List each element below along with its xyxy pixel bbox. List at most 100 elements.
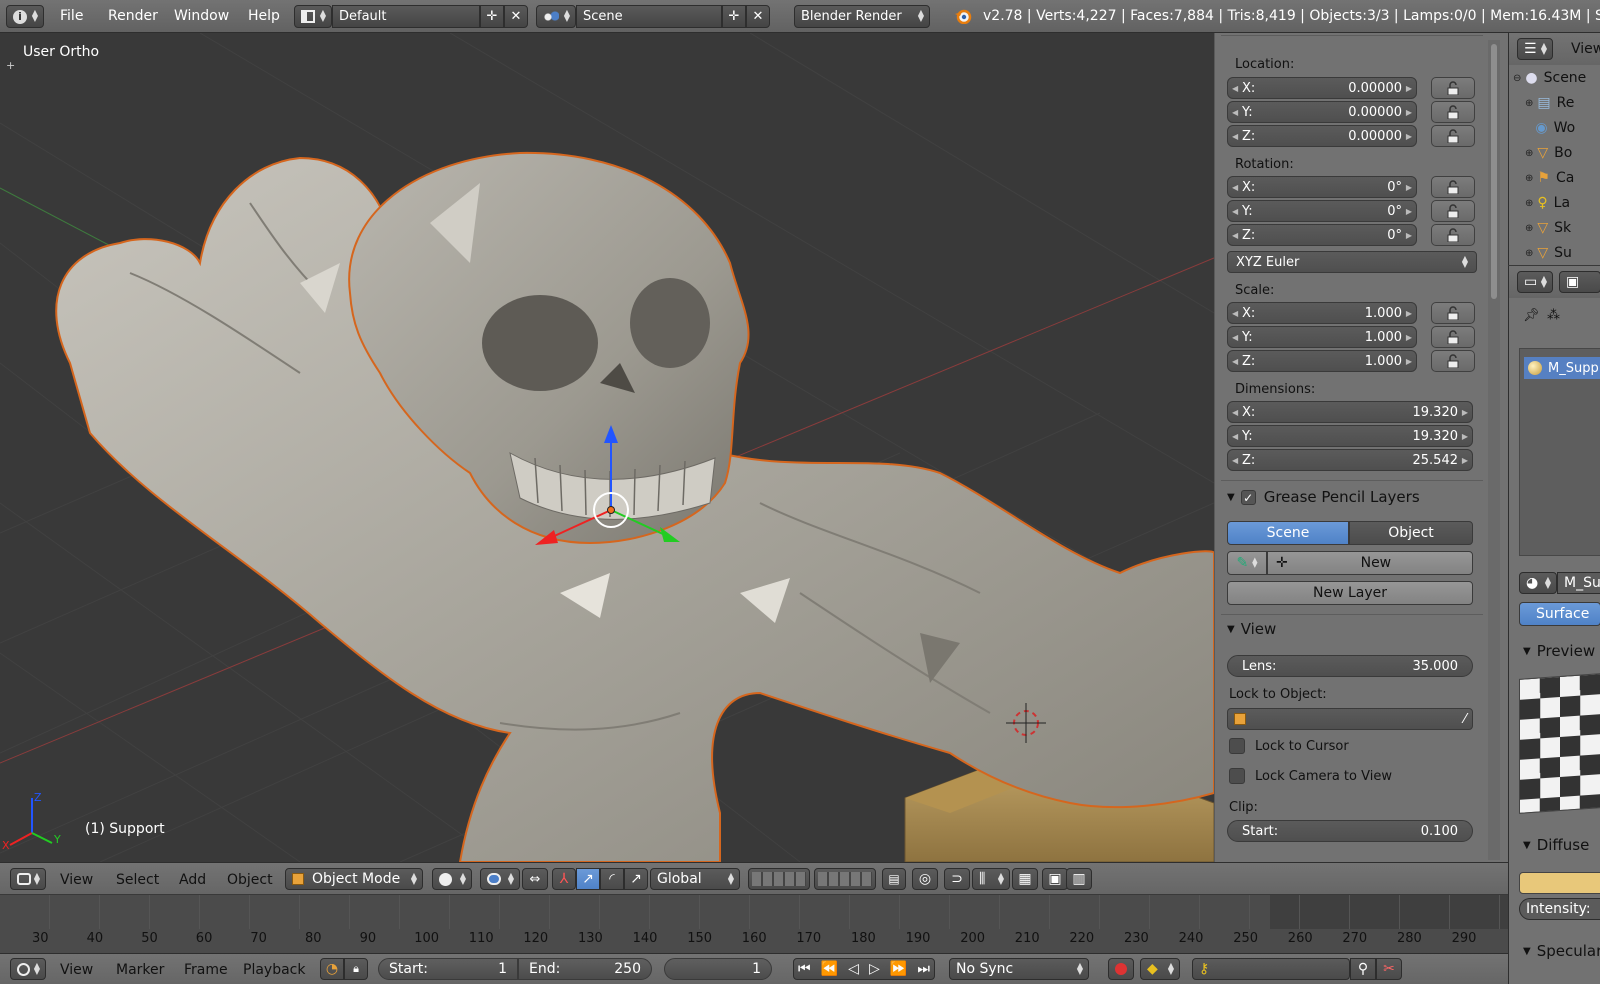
translate-manipulator-button[interactable]: ↗ [576,868,600,890]
outliner-item[interactable]: ⊕ ▽ Bo [1525,142,1572,164]
diffuse-panel-header[interactable]: ▼ Diffuse [1523,836,1589,854]
lock-to-cursor-checkbox[interactable] [1229,738,1245,754]
dimensions-y-field[interactable]: ◀ Y: 19.320 ▶ [1227,425,1473,447]
scale-z-lock-button[interactable] [1431,350,1475,372]
decrement-arrow-icon[interactable]: ◀ [1232,456,1238,465]
view-panel-header[interactable]: ▼ View [1227,620,1276,638]
new-layer-button[interactable]: New Layer [1227,581,1473,605]
increment-arrow-icon[interactable]: ▶ [1462,456,1468,465]
preview-panel-header[interactable]: ▼ Preview [1523,642,1595,660]
location-x-field[interactable]: ◀ X: 0.00000 ▶ [1227,77,1417,99]
increment-arrow-icon[interactable]: ▶ [1406,231,1412,240]
lock-object-field[interactable]: ⁄ [1227,708,1473,730]
grease-datablock-browse[interactable]: ✎ ▲ ▼ [1227,551,1267,575]
jump-keyframe-back-icon[interactable]: ⏪ [821,961,838,977]
playback-controls[interactable]: ⏮ ⏪ ◁ ▷ ⏩ ⏭ [793,958,935,980]
decrement-arrow-icon[interactable]: ◀ [1232,183,1238,192]
manipulator-toggle[interactable]: ⇔ [522,868,548,890]
layout-add-button[interactable]: ✛ [480,5,504,28]
scene-delete-button[interactable]: ✕ [746,5,770,28]
delete-keyframe-button[interactable]: ✂ [1376,958,1402,980]
scene-add-button[interactable]: ✛ [722,5,746,28]
expand-toggle-icon[interactable]: ⊖ [1513,73,1521,84]
snap-target-button[interactable]: ▦ [1012,868,1038,890]
opengl-animation-button[interactable]: ▥ [1066,868,1092,890]
snap-toggle[interactable]: ⊃ [944,868,970,890]
rotation-z-field[interactable]: ◀ Z: 0° ▶ [1227,224,1417,246]
decrement-arrow-icon[interactable]: ◀ [1232,408,1238,417]
layout-name-field[interactable]: Default [332,5,480,28]
outliner-item[interactable]: ⊕ ⚑ Ca [1525,167,1574,189]
surface-tab[interactable]: Surface [1519,602,1600,626]
material-slots-list[interactable]: M_Supp [1519,348,1600,556]
timeline-menu-marker[interactable]: Marker [116,962,164,978]
material-browse-button[interactable]: ◕ ▲ ▼ [1519,572,1557,594]
location-z-field[interactable]: ◀ Z: 0.00000 ▶ [1227,125,1417,147]
start-frame-field[interactable]: Start: 1 [378,958,518,980]
layout-delete-button[interactable]: ✕ [504,5,528,28]
scene-name-field[interactable]: Scene [576,5,722,28]
timeline-area[interactable]: 30 40 50 60 70 80 90 100 110 120 130 140 150 160 170 18… [0,895,1508,953]
outliner-item[interactable]: ⊕ ♀ La [1525,192,1570,214]
active-keying-set-field[interactable]: ⚷ [1192,958,1350,980]
lens-field[interactable]: Lens: 35.000 [1227,655,1473,677]
rotate-manipulator-button[interactable]: ◜ [600,868,624,890]
expand-toggle-icon[interactable]: ⊕ [1525,223,1533,234]
material-slot-item[interactable]: M_Supp [1524,357,1600,379]
scale-manipulator-button[interactable]: ↗ [624,868,648,890]
use-preview-range-button[interactable]: ◔ [320,958,344,980]
properties-editor-type-button[interactable]: ▭ ▲ ▼ [1517,271,1553,293]
layer-buttons-group-2[interactable] [814,868,876,890]
timeline-menu-frame[interactable]: Frame [184,962,228,978]
increment-arrow-icon[interactable]: ▶ [1406,132,1412,141]
layer-buttons-group-1[interactable] [748,868,810,890]
rotation-x-field[interactable]: ◀ X: 0° ▶ [1227,176,1417,198]
timeline-menu-playback[interactable]: Playback [243,962,305,978]
lock-camera-checkbox[interactable] [1229,768,1245,784]
proportional-edit-button[interactable]: ◎ [912,868,938,890]
increment-arrow-icon[interactable]: ▶ [1406,333,1412,342]
clip-start-field[interactable]: Start: 0.100 [1227,820,1473,842]
decrement-arrow-icon[interactable]: ◀ [1232,84,1238,93]
grease-pencil-enable-checkbox[interactable]: ✓ [1240,489,1256,505]
menu-render[interactable]: Render [108,8,158,24]
expand-toggle-icon[interactable]: ⊕ [1525,248,1533,259]
menu-file[interactable]: File [60,8,83,24]
location-y-lock-button[interactable] [1431,101,1475,123]
increment-arrow-icon[interactable]: ▶ [1406,309,1412,318]
scale-z-field[interactable]: ◀ Z: 1.000 ▶ [1227,350,1417,372]
pivot-point-select[interactable]: ▲ ▼ [480,868,520,890]
outliner-item[interactable]: ⊕ ▽ Su [1525,242,1572,264]
decrement-arrow-icon[interactable]: ◀ [1232,108,1238,117]
outliner-item[interactable]: ◉ Wo [1525,117,1575,139]
jump-start-icon[interactable]: ⏮ [798,961,811,977]
scale-x-lock-button[interactable] [1431,302,1475,324]
expand-toggle-icon[interactable]: ⊕ [1525,173,1533,184]
decrement-arrow-icon[interactable]: ◀ [1232,132,1238,141]
lock-time-cursor-button[interactable]: 🔒︎ [344,958,368,980]
menu-view[interactable]: View [60,872,93,888]
grease-object-tab[interactable]: Object [1349,521,1473,545]
jump-end-icon[interactable]: ⏭ [917,961,930,977]
diffuse-intensity-field[interactable]: Intensity: [1519,898,1600,920]
location-y-field[interactable]: ◀ Y: 0.00000 ▶ [1227,101,1417,123]
outliner-item[interactable]: ⊕ ▤ Re [1525,92,1574,114]
rotation-x-lock-button[interactable] [1431,176,1475,198]
snap-element-select[interactable]: ⫼ ▲ ▼ [972,868,1010,890]
keying-set-button[interactable]: ◆ ▲ ▼ [1140,958,1180,980]
lock-camera-layers-button[interactable]: ▤ [882,868,906,890]
grease-new-button[interactable]: ✛ New [1267,551,1473,575]
rotation-mode-select[interactable]: XYZ Euler ▲ ▼ [1227,251,1477,273]
current-frame-field[interactable]: 1 [664,958,772,980]
layout-browse-button[interactable]: ▲ ▼ [294,5,332,28]
outliner-editor-type-button[interactable]: ☰ ▲ ▼ [1517,38,1553,60]
outliner-item[interactable]: ⊖ ● Scene [1513,67,1586,89]
decrement-arrow-icon[interactable]: ◀ [1232,207,1238,216]
play-reverse-icon[interactable]: ◁ [848,961,859,977]
rotation-z-lock-button[interactable] [1431,224,1475,246]
decrement-arrow-icon[interactable]: ◀ [1232,357,1238,366]
pin-icon[interactable]: 📌︎ [1523,308,1540,323]
grease-scene-tab[interactable]: Scene [1227,521,1349,545]
expand-toggle-icon[interactable] [1525,123,1531,134]
viewport-shading-select[interactable]: ▲ ▼ [432,868,472,890]
